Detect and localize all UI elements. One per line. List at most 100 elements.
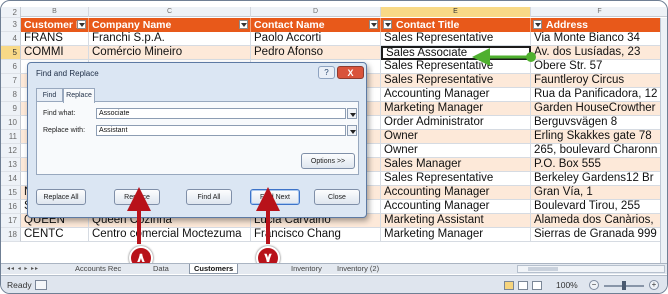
sheet-tab-data[interactable]: Data <box>149 264 173 274</box>
cell-contact-title[interactable]: Marketing Manager <box>381 102 531 116</box>
horizontal-scrollbar[interactable] <box>517 265 665 273</box>
row-number[interactable]: 15 <box>1 186 21 200</box>
options-button[interactable]: Options >> <box>301 153 355 169</box>
zoom-out-icon[interactable]: − <box>589 280 599 290</box>
sheet-tab-accounts[interactable]: Accounts Rec <box>71 264 125 274</box>
dialog-close-button[interactable]: X <box>337 66 364 79</box>
vertical-scrollbar[interactable] <box>660 18 667 263</box>
page-layout-view-icon[interactable] <box>518 281 528 290</box>
row-number[interactable]: 10 <box>1 116 21 130</box>
column-header-e[interactable]: E <box>381 7 531 17</box>
row-number[interactable]: 9 <box>1 102 21 116</box>
cell-address[interactable]: Av. dos Lusíadas, 23 <box>531 46 667 60</box>
sheet-tab-inventory[interactable]: Inventory <box>287 264 326 274</box>
cell-contact-title[interactable]: Sales Representative <box>381 32 531 46</box>
cell-customer-id[interactable]: CENTC <box>21 228 89 242</box>
cell-address[interactable]: Boulevard Tirou, 255 <box>531 200 667 214</box>
cell-address[interactable]: Obere Str. 57 <box>531 60 667 74</box>
filter-dropdown-icon[interactable] <box>383 20 392 29</box>
cell-contact-title[interactable]: Accounting Manager <box>381 200 531 214</box>
row-number[interactable]: 7 <box>1 74 21 88</box>
row-number[interactable]: 8 <box>1 88 21 102</box>
cell-contact-title[interactable]: Marketing Manager <box>381 228 531 242</box>
zoom-slider-thumb[interactable] <box>622 281 626 290</box>
row-number[interactable]: 5 <box>1 46 21 60</box>
cell-company-name[interactable]: Comércio Mineiro <box>89 46 251 60</box>
cell-contact-title[interactable]: Sales Representative <box>381 60 531 74</box>
tab-replace[interactable]: Replace <box>63 88 95 103</box>
row-number[interactable]: 18 <box>1 228 21 242</box>
row-number[interactable]: 13 <box>1 158 21 172</box>
cell-address[interactable]: 265, boulevard Charonn <box>531 144 667 158</box>
cell-company-name[interactable]: Centro comercial Moctezuma <box>89 228 251 242</box>
cell-contact-title[interactable]: Accounting Manager <box>381 186 531 200</box>
macro-record-icon[interactable] <box>35 280 47 290</box>
cell-address[interactable]: Erling Skakkes gate 78 <box>531 130 667 144</box>
replace-with-input[interactable]: Assistant <box>96 125 346 136</box>
replace-button[interactable]: Replace <box>114 189 160 205</box>
cell-contact-title[interactable]: Owner <box>381 144 531 158</box>
cell-contact-title[interactable]: Sales Representative <box>381 74 531 88</box>
cell-contact-title[interactable]: Owner <box>381 130 531 144</box>
cell-contact-title[interactable]: Sales Associate <box>381 46 531 60</box>
close-button[interactable]: Close <box>314 189 360 205</box>
replace-with-label: Replace with: <box>43 127 86 134</box>
filter-dropdown-icon[interactable] <box>239 20 248 29</box>
cell-contact-title[interactable]: Sales Representative <box>381 172 531 186</box>
filter-dropdown-icon[interactable] <box>369 20 378 29</box>
row-number[interactable]: 14 <box>1 172 21 186</box>
column-header-b[interactable]: B <box>21 7 89 17</box>
scroll-thumb[interactable] <box>528 267 558 271</box>
table-row: COMMI Comércio Mineiro Pedro Afonso Sales A… <box>21 46 667 60</box>
normal-view-icon[interactable] <box>504 281 514 290</box>
row-number[interactable]: 4 <box>1 32 21 46</box>
replace-all-button[interactable]: Replace All <box>36 189 86 205</box>
tab-find[interactable]: Find <box>36 88 63 102</box>
help-button[interactable]: ? <box>318 66 335 79</box>
row-number[interactable]: 16 <box>1 200 21 214</box>
zoom-level[interactable]: 100% <box>556 280 578 290</box>
row-number[interactable]: 6 <box>1 60 21 74</box>
row-number[interactable]: 11 <box>1 130 21 144</box>
cell-contact-name[interactable]: Paolo Accorti <box>251 32 381 46</box>
cell-contact-title[interactable]: Order Administrator <box>381 116 531 130</box>
sheet-tab-customers[interactable]: Customers <box>189 264 239 274</box>
cell-contact-title[interactable]: Accounting Manager <box>381 88 531 102</box>
sheet-tab-inventory-2[interactable]: Inventory (2) <box>333 264 383 274</box>
cell-address[interactable]: Berguvsvägen 8 <box>531 116 667 130</box>
header-company-name: Company Name <box>89 18 251 32</box>
cell-address[interactable]: Via Monte Bianco 34 <box>531 32 667 46</box>
row-number[interactable]: 3 <box>1 18 21 32</box>
cell-contact-title[interactable]: Sales Manager <box>381 158 531 172</box>
page-break-view-icon[interactable] <box>532 281 542 290</box>
filter-dropdown-icon[interactable] <box>77 20 86 29</box>
row-number[interactable]: 2 <box>1 7 21 18</box>
cell-address[interactable]: Gran Vía, 1 <box>531 186 667 200</box>
cell-address[interactable]: Sierras de Granada 999 <box>531 228 667 242</box>
cell-contact-name[interactable]: Francisco Chang <box>251 228 381 242</box>
filter-dropdown-icon[interactable] <box>533 20 542 29</box>
cell-customer-id[interactable]: COMMI <box>21 46 89 60</box>
cell-address[interactable]: P.O. Box 555 <box>531 158 667 172</box>
column-header-c[interactable]: C <box>89 7 251 17</box>
find-all-button[interactable]: Find All <box>186 189 232 205</box>
zoom-in-icon[interactable]: + <box>649 280 659 290</box>
find-next-button[interactable]: Find Next <box>250 189 300 205</box>
cell-contact-title[interactable]: Marketing Assistant <box>381 214 531 228</box>
cell-company-name[interactable]: Franchi S.p.A. <box>89 32 251 46</box>
cell-address[interactable]: Garden HouseCrowther <box>531 102 667 116</box>
column-header-f[interactable]: F <box>531 7 667 17</box>
row-number[interactable]: 17 <box>1 214 21 228</box>
row-number[interactable]: 12 <box>1 144 21 158</box>
cell-customer-id[interactable]: FRANS <box>21 32 89 46</box>
cell-contact-name[interactable]: Pedro Afonso <box>251 46 381 60</box>
cell-address[interactable]: Alameda dos Canàrios, <box>531 214 667 228</box>
cell-address[interactable]: Berkeley Gardens12 Br <box>531 172 667 186</box>
cell-address[interactable]: Rua da Panificadora, 12 <box>531 88 667 102</box>
find-history-dropdown-icon[interactable] <box>347 108 357 119</box>
column-header-d[interactable]: D <box>251 7 381 17</box>
replace-history-dropdown-icon[interactable] <box>347 125 357 136</box>
find-what-input[interactable]: Associate <box>96 108 346 119</box>
sheet-nav-arrows[interactable]: ◂◂ ◂ ▸ ▸▸ <box>7 265 39 272</box>
cell-address[interactable]: Fauntleroy Circus <box>531 74 667 88</box>
